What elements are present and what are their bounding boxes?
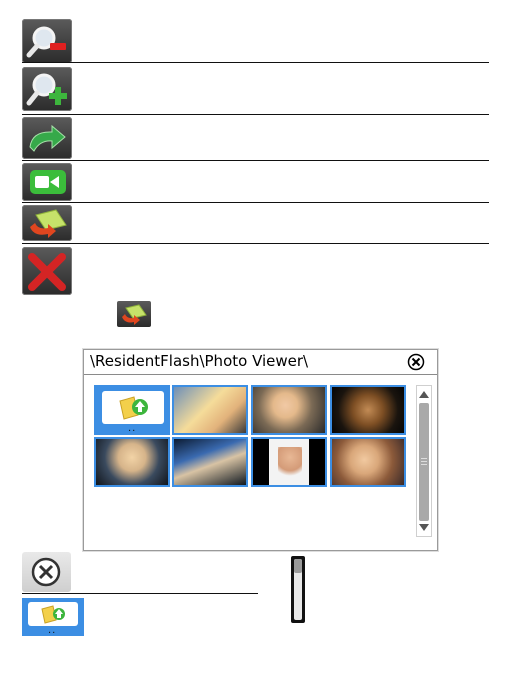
- slideshow-button[interactable]: [22, 205, 72, 241]
- zoom-in-icon: [26, 73, 67, 106]
- scrollbar-sample: [291, 556, 305, 623]
- divider: [22, 62, 489, 63]
- zoom-out-icon: [26, 26, 66, 58]
- slideshow-icon: [30, 209, 67, 238]
- thumbnail-photo-6[interactable]: [251, 437, 327, 487]
- folder-up-sample: ..: [22, 598, 84, 636]
- close-circle-icon: [31, 557, 61, 587]
- exit-button[interactable]: [22, 247, 72, 295]
- scroll-thumb[interactable]: [419, 403, 429, 521]
- scroll-down-icon[interactable]: [417, 520, 431, 534]
- folder-up-sample-label: ..: [48, 625, 57, 636]
- rotate-icon: [29, 124, 66, 152]
- close-circle-icon: [407, 353, 425, 371]
- close-button-sample: [22, 552, 71, 592]
- divider: [22, 160, 489, 161]
- folder-up-thumbnail[interactable]: ..: [94, 385, 170, 435]
- video-icon: [30, 170, 66, 194]
- slideshow-icon: [122, 304, 147, 325]
- thumbnail-photo-1[interactable]: [172, 385, 248, 435]
- folder-up-label: ..: [128, 423, 137, 434]
- scroll-up-icon[interactable]: [417, 388, 431, 402]
- folder-up-icon: [119, 396, 148, 420]
- path-title: \ResidentFlash\Photo Viewer\: [90, 352, 309, 370]
- title-divider: [84, 374, 437, 375]
- rotate-button[interactable]: [22, 117, 72, 159]
- divider: [22, 202, 489, 203]
- photo-viewer-window: \ResidentFlash\Photo Viewer\ ..: [83, 349, 438, 551]
- zoom-out-button[interactable]: [22, 19, 72, 63]
- close-x-icon: [28, 253, 66, 291]
- folder-up-icon: [41, 605, 65, 624]
- scroll-thumb: [294, 559, 302, 573]
- thumbnail-photo-7[interactable]: [330, 437, 406, 487]
- vertical-scrollbar[interactable]: [416, 385, 432, 537]
- zoom-in-button[interactable]: [22, 67, 72, 111]
- video-button[interactable]: [22, 163, 72, 201]
- divider: [22, 593, 258, 594]
- viewer-close-button[interactable]: [407, 353, 425, 371]
- thumbnail-photo-2[interactable]: [251, 385, 327, 435]
- thumbnail-photo-5[interactable]: [172, 437, 248, 487]
- slideshow-icon-inline: [117, 301, 151, 327]
- thumbnail-photo-3[interactable]: [330, 385, 406, 435]
- divider: [22, 243, 489, 244]
- thumbnail-photo-4[interactable]: [94, 437, 170, 487]
- thumbnail-grid: ..: [94, 385, 409, 491]
- divider: [22, 114, 489, 115]
